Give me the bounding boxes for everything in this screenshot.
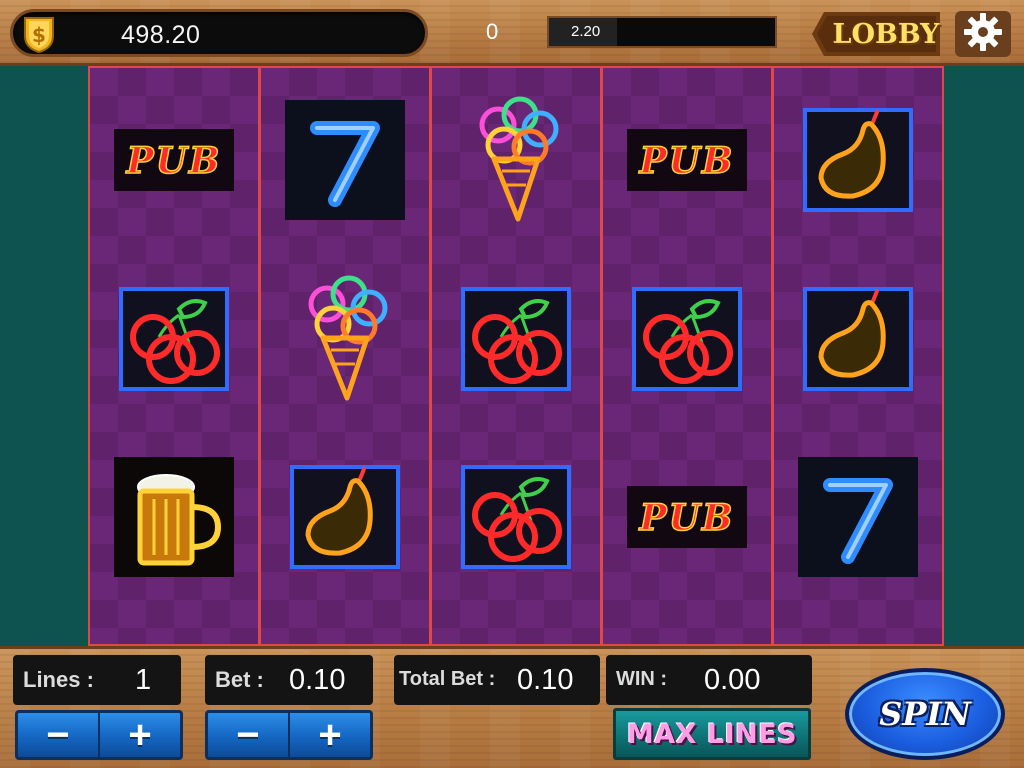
xp-progress-bar: 2.20 (547, 16, 777, 48)
cherries-icon (627, 284, 747, 394)
cherries-icon (114, 284, 234, 394)
pub-sign-icon: PUB (627, 105, 747, 215)
beer-mug-icon (114, 457, 234, 578)
reel-1: PUB (90, 68, 261, 644)
center-counter: 0 (486, 19, 499, 44)
bet-stepper: − + (205, 710, 373, 760)
reel-2 (261, 68, 432, 644)
spin-button[interactable]: SPIN (845, 668, 1005, 760)
svg-text:$: $ (32, 23, 46, 47)
settings-button[interactable] (955, 11, 1011, 57)
seven-icon (285, 100, 405, 221)
lines-increase-button[interactable]: + (98, 713, 180, 757)
right-side-panel (944, 66, 1024, 646)
cherries-icon (456, 462, 576, 572)
xp-progress-value: 2.20 (571, 23, 601, 40)
total-bet-label: Total Bet : (399, 668, 496, 690)
cherries-icon (456, 284, 576, 394)
svg-text:PUB: PUB (639, 497, 735, 539)
slot-reels: PUB PUB PUB (88, 66, 944, 646)
pear-icon (798, 105, 918, 215)
svg-text:PUB: PUB (126, 140, 222, 182)
win-label: WIN : (616, 668, 668, 690)
lobby-button[interactable]: LOBBY (810, 9, 944, 59)
pub-sign-icon: PUB (627, 462, 747, 572)
coin-balance-panel: $ 498.20 (10, 9, 428, 57)
bet-increase-button[interactable]: + (288, 713, 370, 757)
bet-panel: Bet : 0.10 (205, 655, 373, 705)
coin-icon: $ (19, 14, 59, 54)
coin-balance-value: 498.20 (121, 21, 201, 49)
reel-4: PUB PUB (603, 68, 774, 644)
lines-panel: Lines : 1 (13, 655, 181, 705)
ice-cream-icon (456, 96, 576, 222)
max-lines-label: MAX LINES (626, 718, 798, 750)
lobby-label: LOBBY (832, 19, 940, 50)
pear-icon (798, 284, 918, 394)
reel-3 (432, 68, 603, 644)
total-bet-value: 0.10 (517, 664, 574, 696)
spin-label: SPIN (879, 695, 971, 733)
seven-icon (798, 457, 918, 578)
bet-label: Bet : (215, 667, 264, 692)
total-bet-panel: Total Bet : 0.10 (394, 655, 600, 705)
max-lines-button[interactable]: MAX LINES (613, 708, 811, 760)
reel-5 (774, 68, 942, 644)
pear-icon (285, 462, 405, 572)
svg-text:PUB: PUB (639, 140, 735, 182)
win-value: 0.00 (704, 664, 761, 696)
ice-cream-icon (285, 275, 405, 401)
bet-decrease-button[interactable]: − (208, 713, 288, 757)
bet-value: 0.10 (289, 664, 346, 696)
lines-value: 1 (135, 664, 152, 696)
lines-stepper: − + (15, 710, 183, 760)
pub-sign-icon: PUB (114, 105, 234, 215)
win-panel: WIN : 0.00 (606, 655, 812, 705)
lines-decrease-button[interactable]: − (18, 713, 98, 757)
lines-label: Lines : (23, 667, 94, 692)
gear-icon (963, 12, 1003, 57)
left-side-panel (0, 66, 88, 646)
